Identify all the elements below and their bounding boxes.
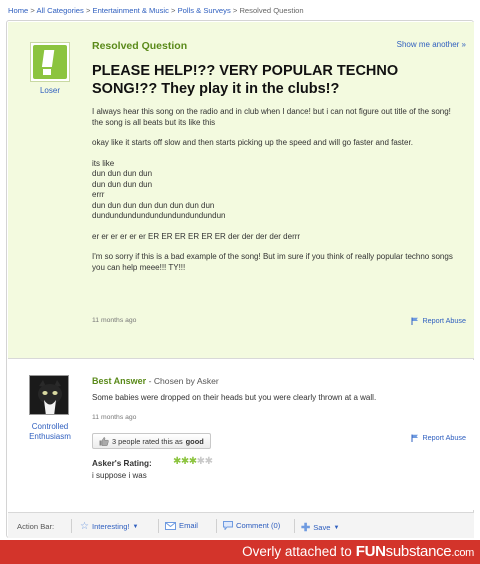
question-lines: its like dun dun dun dun dun dun dun dun…: [92, 159, 464, 222]
question-line: dun dun dun dun: [92, 179, 153, 189]
banner-brand[interactable]: FUNsubstance.com: [355, 543, 475, 560]
best-answer-label: Best Answer: [92, 376, 147, 386]
question-paragraph: er er er er er er ER ER ER ER ER ER der …: [92, 231, 301, 241]
asker-rating-stars: ✱✱✱✱✱: [173, 456, 213, 467]
breadcrumb-separator: >: [85, 6, 91, 15]
thumbs-up-icon: [99, 436, 109, 446]
rated-prefix: 3 people rated this as: [112, 436, 183, 446]
rating-star-empty-icon: ✱: [204, 456, 213, 467]
exclamation-avatar-icon: [33, 45, 67, 79]
chevron-down-icon: ▼: [333, 524, 340, 531]
answer-section: Controlled Enthusiasm Best Answer - Chos…: [8, 360, 474, 510]
rating-star-filled-icon: ✱: [180, 456, 189, 467]
rated-good-button[interactable]: 3 people rated this as good: [92, 433, 211, 449]
banner-caption: Overly attached to FUNsubstance.com: [242, 543, 474, 560]
action-divider: [71, 519, 72, 533]
qa-panel: Loser Resolved Question Show me another …: [6, 20, 474, 538]
rating-star-filled-icon: ✱: [173, 456, 181, 467]
brand-sub: substance: [385, 543, 452, 560]
breadcrumb-all-categories[interactable]: All Categories: [37, 6, 84, 15]
answer-timestamp: 11 months ago: [92, 414, 137, 421]
breadcrumb-polls[interactable]: Polls & Surveys: [178, 6, 231, 15]
banner-prefix: Overly attached to: [242, 544, 352, 559]
report-abuse-label: Report Abuse: [422, 316, 466, 325]
question-line: dun dun dun dun dun dun dun dun: [92, 200, 215, 210]
action-bar-label: Action Bar:: [17, 522, 55, 531]
star-icon: ☆: [80, 521, 89, 532]
asker-avatar[interactable]: [30, 42, 70, 82]
chosen-by-label: - Chosen by Asker: [146, 376, 219, 386]
cat-avatar-icon: [30, 376, 68, 414]
report-abuse-label: Report Abuse: [422, 433, 466, 442]
save-button[interactable]: ✚ Save ▼: [301, 521, 339, 534]
asker-rating-label: Asker's Rating:: [92, 459, 152, 468]
comment-button[interactable]: Comment (0): [223, 521, 280, 530]
breadcrumb-separator: >: [171, 6, 176, 15]
email-button[interactable]: Email: [165, 521, 198, 530]
show-me-another-link[interactable]: Show me another »: [397, 40, 466, 49]
action-divider: [158, 519, 159, 533]
action-divider: [216, 519, 217, 533]
asker-comment: i suppose i was: [92, 471, 147, 480]
plus-icon: ✚: [301, 522, 311, 534]
question-timestamp: 11 months ago: [92, 317, 137, 324]
envelope-icon: [165, 521, 176, 530]
question-line: dun dun dun dun: [92, 169, 153, 178]
breadcrumb-separator: >: [30, 6, 35, 15]
comment-label: Comment (0): [236, 521, 281, 530]
asker-name[interactable]: Loser: [18, 86, 82, 95]
breadcrumb-separator: >: [232, 6, 238, 15]
save-label: Save: [313, 523, 331, 532]
flag-icon: [411, 317, 419, 325]
brand-main: FUN: [355, 543, 386, 560]
answerer-name[interactable]: Controlled Enthusiasm: [14, 422, 86, 442]
question-section: Loser Resolved Question Show me another …: [8, 22, 474, 359]
answerer-avatar[interactable]: [29, 375, 69, 415]
action-bar: Action Bar: ☆ Interesting! ▼ Email Comme…: [8, 512, 474, 538]
question-paragraph: I always hear this song on the radio and…: [92, 107, 451, 127]
question-status: Resolved Question: [92, 40, 188, 52]
answer-text: Some babies were dropped on their heads …: [92, 393, 377, 402]
action-divider: [294, 519, 295, 533]
question-line: dundundundundundundundundundun: [92, 211, 226, 220]
question-line: errr: [92, 190, 105, 199]
question-line: its like: [92, 158, 115, 168]
rating-star-empty-icon: ✱: [196, 456, 205, 467]
breadcrumb-home[interactable]: Home: [8, 6, 28, 15]
comment-icon: [223, 521, 233, 530]
email-label: Email: [179, 521, 198, 530]
funsubstance-banner: Overly attached to FUNsubstance.com: [0, 540, 480, 564]
breadcrumb-entertainment[interactable]: Entertainment & Music: [93, 6, 169, 15]
interesting-button[interactable]: ☆ Interesting! ▼: [80, 521, 139, 532]
rated-value: good: [185, 436, 204, 446]
question-body: I always hear this song on the radio and…: [92, 107, 464, 283]
flag-icon: [411, 434, 419, 442]
brand-suffix: .com: [451, 547, 474, 559]
breadcrumb-current: Resolved Question: [239, 6, 304, 15]
question-report-abuse[interactable]: Report Abuse: [411, 316, 466, 325]
best-answer-header: Best Answer - Chosen by Asker: [92, 376, 219, 386]
breadcrumb: Home > All Categories > Entertainment & …: [8, 6, 304, 15]
interesting-label: Interesting!: [91, 522, 130, 531]
question-paragraph: okay like it starts off slow and then st…: [92, 138, 413, 147]
rating-star-filled-icon: ✱: [188, 456, 197, 467]
chevron-down-icon: ▼: [132, 523, 139, 530]
question-title: PLEASE HELP!?? VERY POPULAR TECHNO SONG!…: [92, 63, 399, 97]
answer-report-abuse[interactable]: Report Abuse: [411, 433, 466, 442]
question-paragraph: I'm so sorry if this is a bad example of…: [92, 252, 453, 272]
